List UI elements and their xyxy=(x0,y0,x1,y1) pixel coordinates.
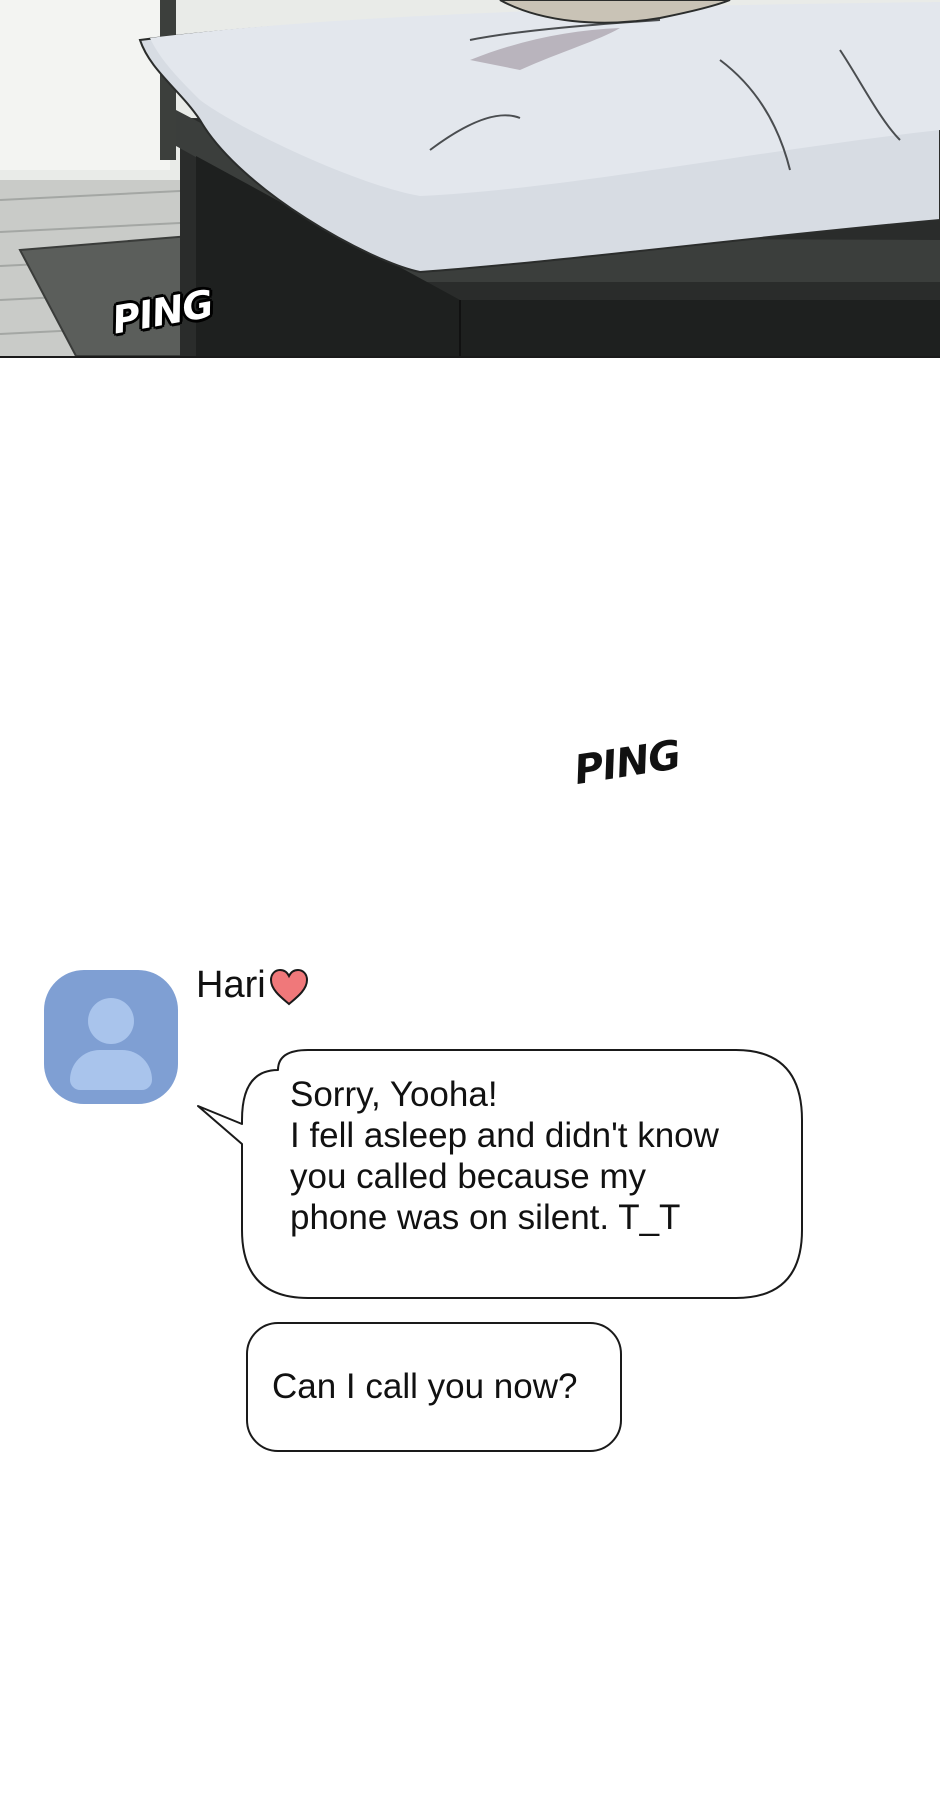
message-bubble-2: Can I call you now? xyxy=(246,1322,622,1452)
message-line: Sorry, Yooha! xyxy=(290,1075,498,1114)
sender-name-text: Hari xyxy=(196,963,266,1006)
message-line: I fell asleep and didn't know xyxy=(290,1116,719,1155)
message-1-text: Sorry, Yooha! I fell asleep and didn't k… xyxy=(290,1074,790,1238)
bedroom-panel: PING xyxy=(0,0,940,358)
avatar-head-shape xyxy=(88,998,134,1044)
message-2-text: Can I call you now? xyxy=(272,1367,578,1406)
chat-message-group: Hari Sorry, Yooha! I fell asleep and did… xyxy=(0,960,940,1460)
message-line: you called because my xyxy=(290,1157,647,1196)
avatar-body-shape xyxy=(70,1050,152,1090)
message-line: phone was on silent. T_T xyxy=(290,1198,681,1237)
heart-icon xyxy=(269,968,308,1006)
default-user-avatar-icon xyxy=(44,970,178,1104)
sender-name: Hari xyxy=(196,962,310,1008)
ping-sound-effect-2: PING xyxy=(571,731,684,795)
